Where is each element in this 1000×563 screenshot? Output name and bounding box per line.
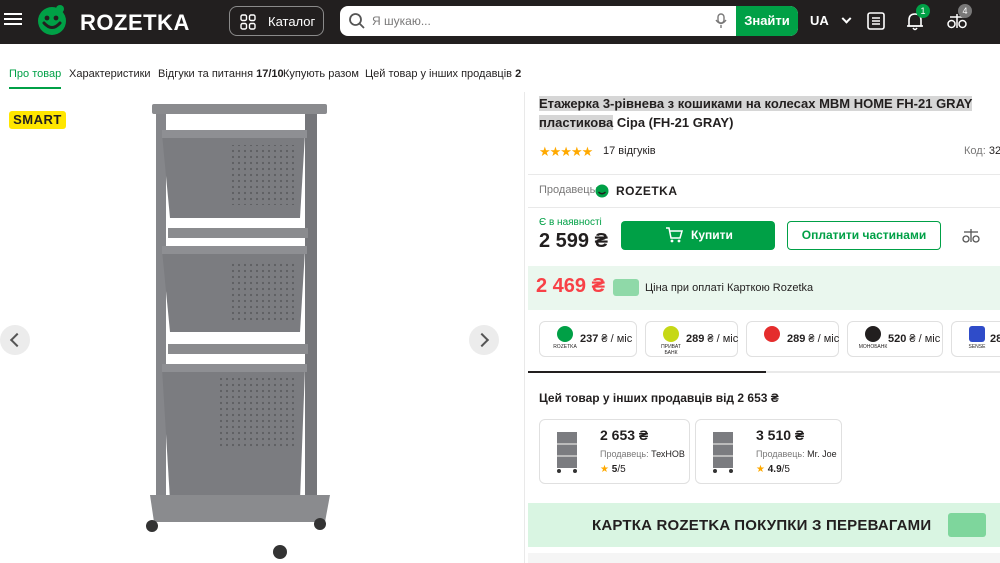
offer-rating: ★ 4.9/5 — [756, 464, 790, 475]
search-input[interactable] — [370, 6, 710, 36]
offer-price: 3 510 ₴ — [756, 427, 805, 443]
microphone-icon[interactable] — [714, 13, 728, 29]
installment-tile-privatbank[interactable]: ПРИВАТ БАНК 289 ₴ / міс — [645, 321, 738, 357]
installment-amount: 28 — [990, 333, 1000, 345]
seller-label: Продавець: — [539, 184, 599, 196]
sense-bank-logo: SENSE — [960, 326, 994, 350]
search-bar: Знайти — [340, 6, 798, 36]
promo-price: 2 469 ₴ — [536, 275, 605, 297]
offer-seller: Продавець: ТехНОВ — [600, 449, 685, 459]
privatbank-logo: ПРИВАТ БАНК — [654, 326, 688, 356]
tab-bought-together[interactable]: Купують разом — [283, 68, 359, 80]
monobank-logo: МОНОБАНК — [856, 326, 890, 350]
offer-product-thumbnail — [557, 432, 577, 473]
notifications-button[interactable]: 1 — [904, 4, 930, 32]
notifications-badge: 1 — [916, 4, 930, 18]
installment-amount: 289 ₴ / міс — [787, 333, 840, 345]
tab-reviews-count: 17/10 — [256, 68, 284, 80]
tab-bought-together-label: Купують разом — [283, 68, 359, 80]
buy-button[interactable]: Купити — [621, 221, 775, 250]
rozetka-card-banner[interactable]: КАРТКА ROZETKA ПОКУПКИ З ПЕРЕВАГАМИ — [528, 503, 1000, 547]
search-icon — [349, 13, 365, 29]
seller-offer-card[interactable]: 2 653 ₴ Продавець: ТехНОВ ★ 5/5 — [539, 419, 690, 484]
installment-amount: 520 ₴ / міс — [888, 333, 941, 345]
star-icon: ★ — [600, 464, 609, 475]
installments-button[interactable]: Оплатити частинами — [787, 221, 941, 250]
product-code-value: 32 — [988, 145, 1000, 157]
tab-characteristics[interactable]: Характеристики — [69, 68, 151, 80]
language-label: UA — [810, 13, 829, 28]
top-header: ROZETKA Каталог Знайти UA — [0, 0, 1000, 44]
installment-tile-bank3[interactable]: 289 ₴ / міс — [746, 321, 839, 357]
rating-stars: ★★★★★ — [539, 144, 593, 159]
reviews-link[interactable]: 17 відгуків — [603, 145, 656, 157]
tab-about[interactable]: Про товар — [9, 68, 62, 89]
banner-text: КАРТКА ROZETKA ПОКУПКИ З ПЕРЕВАГАМИ — [592, 517, 932, 534]
other-sellers-title[interactable]: Цей товар у інших продавців від 2 653 ₴ — [539, 391, 779, 405]
offer-price: 2 653 ₴ — [600, 427, 649, 443]
tab-characteristics-label: Характеристики — [69, 68, 151, 80]
grid-icon — [240, 14, 256, 30]
installment-tile-sense[interactable]: SENSE 28 — [951, 321, 1000, 357]
product-title: Етажерка 3-рівнева з кошиками на колесах… — [539, 94, 989, 132]
orders-list-icon[interactable] — [865, 10, 887, 32]
tab-reviews[interactable]: Відгуки та питання 17/10 — [158, 68, 284, 80]
promo-text: Ціна при оплаті Карткою Rozetka — [645, 282, 814, 294]
installment-amount: 237 ₴ / міс — [580, 333, 633, 345]
installments-scrollbar[interactable] — [528, 371, 766, 373]
page-bottom-strip — [528, 553, 1000, 563]
logo-text[interactable]: ROZETKA — [80, 10, 190, 36]
installment-tile-rozetka[interactable]: ROZETKA 237 ₴ / міс — [539, 321, 637, 357]
rozetka-bank-logo: ROZETKA — [548, 326, 582, 350]
tab-other-sellers-count: 2 — [515, 68, 522, 80]
gallery-prev-button[interactable] — [0, 325, 30, 355]
column-divider — [524, 92, 525, 563]
compare-icon[interactable] — [962, 228, 980, 244]
tab-reviews-label: Відгуки та питання — [158, 68, 254, 80]
product-tabs: Про товар Характеристики Відгуки та пита… — [0, 62, 1000, 90]
language-selector[interactable]: UA — [810, 13, 852, 28]
rozetka-card-icon — [613, 279, 639, 296]
availability-status: Є в наявності — [539, 217, 602, 228]
installment-amount: 289 ₴ / міс — [686, 333, 739, 345]
tab-about-label: Про товар — [9, 68, 62, 80]
offer-product-thumbnail — [713, 432, 733, 473]
product-code-label: Код: — [964, 145, 986, 157]
cart-badge: 4 — [958, 4, 972, 18]
tab-other-sellers[interactable]: Цей товар у інших продавців 2 — [365, 68, 521, 80]
installment-tile-monobank[interactable]: МОНОБАНК 520 ₴ / міс — [847, 321, 943, 357]
offer-rating: ★ 5/5 — [600, 464, 626, 475]
seller-offer-card[interactable]: 3 510 ₴ Продавець: Mr. Joe ★ 4.9/5 — [695, 419, 842, 484]
search-button[interactable]: Знайти — [736, 6, 798, 36]
tab-other-sellers-label: Цей товар у інших продавців — [365, 68, 513, 80]
seller-name[interactable]: ROZETKA — [616, 184, 678, 198]
divider — [528, 174, 1000, 175]
rozetka-seller-icon — [595, 184, 609, 198]
buy-button-label: Купити — [691, 228, 733, 242]
cart-icon — [666, 227, 683, 243]
product-title-highlighted: Етажерка 3-рівнева з кошиками на колесах… — [539, 96, 973, 130]
card-promo-banner[interactable]: 2 469 ₴ Ціна при оплаті Карткою Rozetka — [528, 266, 1000, 310]
product-price: 2 599 ₴ — [539, 230, 608, 252]
gallery-next-button[interactable] — [469, 325, 499, 355]
bank-logo — [755, 326, 789, 344]
menu-icon[interactable] — [4, 10, 22, 28]
offer-seller: Продавець: Mr. Joe — [756, 449, 837, 459]
star-icon: ★ — [756, 464, 765, 475]
cart-button[interactable]: 4 — [946, 4, 972, 32]
product-title-rest: Сіра (FH-21 GRAY) — [613, 115, 734, 130]
chevron-down-icon — [841, 13, 852, 24]
product-image[interactable] — [140, 100, 340, 560]
divider — [528, 207, 1000, 208]
catalog-label: Каталог — [268, 14, 316, 29]
rozetka-logo-icon[interactable] — [36, 4, 68, 36]
catalog-button[interactable]: Каталог — [229, 6, 324, 36]
rozetka-card-image — [948, 513, 986, 537]
smart-badge: SMART — [9, 111, 66, 129]
product-code: Код: 32 — [964, 145, 1000, 157]
